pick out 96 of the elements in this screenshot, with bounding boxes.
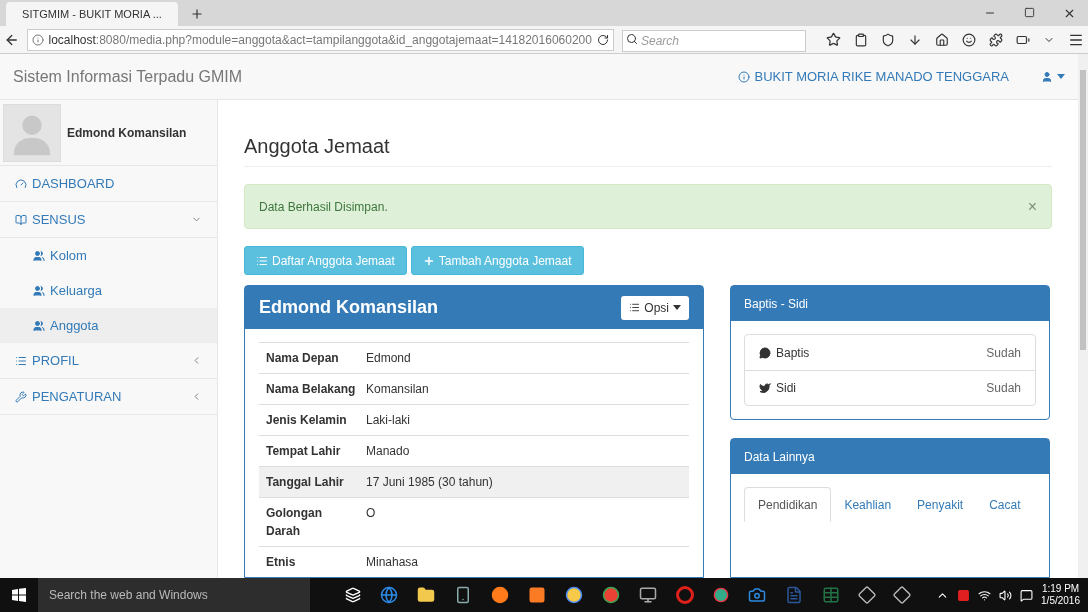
- users-icon: [33, 249, 45, 262]
- browser-icon[interactable]: [491, 586, 509, 604]
- user-menu-button[interactable]: [1041, 70, 1065, 83]
- task-view-icon[interactable]: [345, 587, 361, 603]
- document-icon[interactable]: [785, 586, 803, 604]
- tab[interactable]: Pendidikan: [744, 487, 832, 522]
- sidebar-item[interactable]: DASHBOARD: [0, 166, 217, 202]
- user-name: Edmond Komansilan: [67, 124, 187, 142]
- app-icon[interactable]: [528, 586, 546, 604]
- windows-logo-icon[interactable]: [12, 588, 26, 602]
- puzzle-icon[interactable]: [989, 32, 1003, 47]
- field-value: Laki-laki: [366, 412, 410, 429]
- browser-icon[interactable]: [602, 586, 620, 604]
- panel-title: Baptis - Sidi: [744, 295, 809, 313]
- clock[interactable]: 1:19 PM 1/5/2016: [1041, 583, 1080, 607]
- field-label: Golongan Darah: [266, 505, 323, 540]
- smile-icon[interactable]: [962, 32, 976, 47]
- clipboard-icon[interactable]: [854, 32, 868, 47]
- avatar-placeholder: [3, 103, 61, 162]
- alert-message: Data Berhasil Disimpan.: [259, 198, 389, 216]
- globe-icon[interactable]: [380, 586, 398, 604]
- field-label: Tempat Lahir: [266, 443, 342, 460]
- page-title: Anggota Jemaat: [244, 134, 391, 158]
- field-label: Tanggal Lahir: [266, 474, 345, 491]
- phone-icon[interactable]: [454, 586, 472, 604]
- field-label: Nama Depan: [266, 350, 340, 367]
- menu-item-icon: [15, 213, 27, 226]
- user-icon: [1041, 70, 1053, 83]
- menu-item-icon: [15, 354, 27, 367]
- tab[interactable]: Penyakit: [904, 487, 977, 522]
- reload-icon[interactable]: [597, 33, 609, 46]
- shield-icon[interactable]: [881, 32, 895, 47]
- sidebar-item[interactable]: PROFIL: [0, 343, 217, 379]
- search-icon: [626, 32, 638, 45]
- tab-title: SITGMIM - BUKIT MORIA ...: [22, 6, 162, 22]
- sidebar-subitem[interactable]: Anggota: [0, 308, 217, 343]
- field-value: Komansilan: [366, 381, 429, 398]
- plus-icon: [422, 254, 435, 267]
- browser-icon[interactable]: [713, 587, 729, 603]
- spreadsheet-icon[interactable]: [822, 586, 840, 604]
- field-value: 17 Juni 1985 (30 tahun): [366, 474, 493, 491]
- field-value: Edmond: [366, 350, 411, 367]
- folder-icon[interactable]: [417, 586, 435, 604]
- sidebar-item[interactable]: SENSUS: [0, 202, 217, 238]
- browser-icon[interactable]: [565, 586, 583, 604]
- member-name: Edmond Komansilan: [259, 296, 439, 319]
- field-value: Manado: [366, 443, 410, 460]
- monitor-icon[interactable]: [639, 586, 657, 604]
- home-icon[interactable]: [935, 32, 949, 47]
- church-name[interactable]: BUKIT MORIA RIKE MANADO TENGGARA: [754, 66, 1009, 87]
- star-icon[interactable]: [826, 32, 841, 47]
- close-button[interactable]: ×: [1027, 198, 1037, 215]
- close-icon[interactable]: [1063, 7, 1076, 20]
- menu-item-icon: [15, 390, 27, 403]
- new-tab-icon[interactable]: [190, 7, 204, 21]
- caret-icon: [1057, 74, 1065, 79]
- list-icon: [256, 254, 268, 267]
- item-status: Sudah: [986, 380, 1021, 397]
- download-icon[interactable]: [908, 32, 922, 47]
- taskbar-search-field[interactable]: Search the web and Windows: [38, 578, 310, 612]
- wifi-icon[interactable]: [978, 588, 992, 602]
- scrollbar[interactable]: [1078, 54, 1088, 578]
- list-icon: [629, 302, 641, 313]
- field-value: O: [366, 505, 376, 522]
- options-button[interactable]: Opsi: [621, 295, 689, 320]
- item-label: Baptis: [776, 344, 811, 362]
- item-label: Sidi: [776, 380, 797, 397]
- info-icon: [32, 33, 45, 46]
- field-value: Minahasa: [366, 554, 419, 571]
- users-icon: [33, 319, 45, 332]
- menu-item-icon: [15, 177, 27, 190]
- address-bar[interactable]: localhost:8080/media.php?module=anggota&act=tampilanggota&id_anggotajemaat=14182016060200: [27, 28, 614, 51]
- sidebar-subitem[interactable]: Keluarga: [0, 273, 217, 308]
- antivirus-icon[interactable]: [957, 588, 971, 602]
- tab[interactable]: Cacat: [976, 487, 1034, 522]
- field-label: Etnis: [266, 554, 297, 571]
- sidebar-item[interactable]: PENGATURAN: [0, 379, 217, 415]
- panel-title: Data Lainnya: [744, 448, 815, 466]
- sidebar-subitem[interactable]: Kolom: [0, 238, 217, 273]
- brand-title[interactable]: Sistem Informasi Terpadu GMIM: [13, 64, 243, 89]
- camera-icon[interactable]: [748, 586, 766, 604]
- speaker-icon[interactable]: [999, 588, 1013, 602]
- field-label: Jenis Kelamin: [266, 412, 348, 429]
- users-icon: [33, 284, 45, 297]
- search-field[interactable]: Search: [622, 29, 806, 52]
- item-status: Sudah: [986, 344, 1021, 362]
- info-icon: [738, 70, 751, 83]
- notification-icon[interactable]: [1020, 588, 1034, 602]
- field-label: Nama Belakang: [266, 381, 357, 398]
- caret-icon: [673, 305, 681, 310]
- tab[interactable]: Keahlian: [831, 487, 905, 522]
- maximize-icon[interactable]: [1024, 7, 1035, 18]
- browser-tab[interactable]: SITGMIM - BUKIT MORIA ...: [6, 2, 178, 26]
- url-text: localhost:8080/media.php?module=anggota&act=tampilanggota&id_anggotajemaat=14182016060200: [48, 31, 593, 49]
- speech-bubble-icon: [759, 346, 771, 359]
- bird-icon: [759, 382, 771, 394]
